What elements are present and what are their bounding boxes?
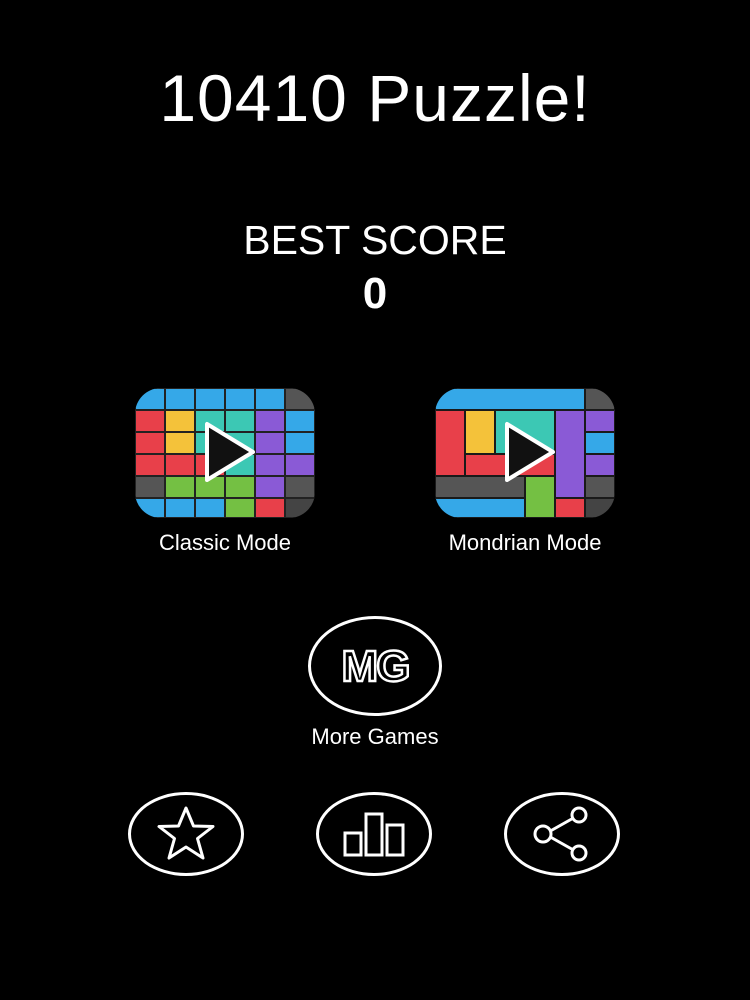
classic-mode-button[interactable]: Classic Mode <box>105 388 345 568</box>
leaderboard-button[interactable] <box>316 792 432 876</box>
best-score-value: 0 <box>362 269 388 318</box>
more-games-label: More Games <box>311 724 439 749</box>
classic-mode-label: Classic Mode <box>158 530 292 555</box>
leaderboard-icon <box>343 812 405 857</box>
classic-mode-play-icon <box>135 388 315 518</box>
more-games-logo-icon: MG <box>308 616 442 716</box>
more-games-logo-text: MG <box>342 645 409 689</box>
best-score-label: BEST SCORE <box>243 217 507 263</box>
game-title: 10410 Puzzle! <box>159 61 591 135</box>
rate-button[interactable] <box>128 792 244 876</box>
share-button[interactable] <box>504 792 620 876</box>
mondrian-mode-label: Mondrian Mode <box>448 530 602 555</box>
mondrian-mode-button[interactable]: Mondrian Mode <box>405 388 645 568</box>
mondrian-mode-play-icon <box>435 388 615 518</box>
share-icon <box>533 806 588 862</box>
more-games-button[interactable]: MG More Games <box>265 616 485 756</box>
star-icon <box>157 806 215 860</box>
